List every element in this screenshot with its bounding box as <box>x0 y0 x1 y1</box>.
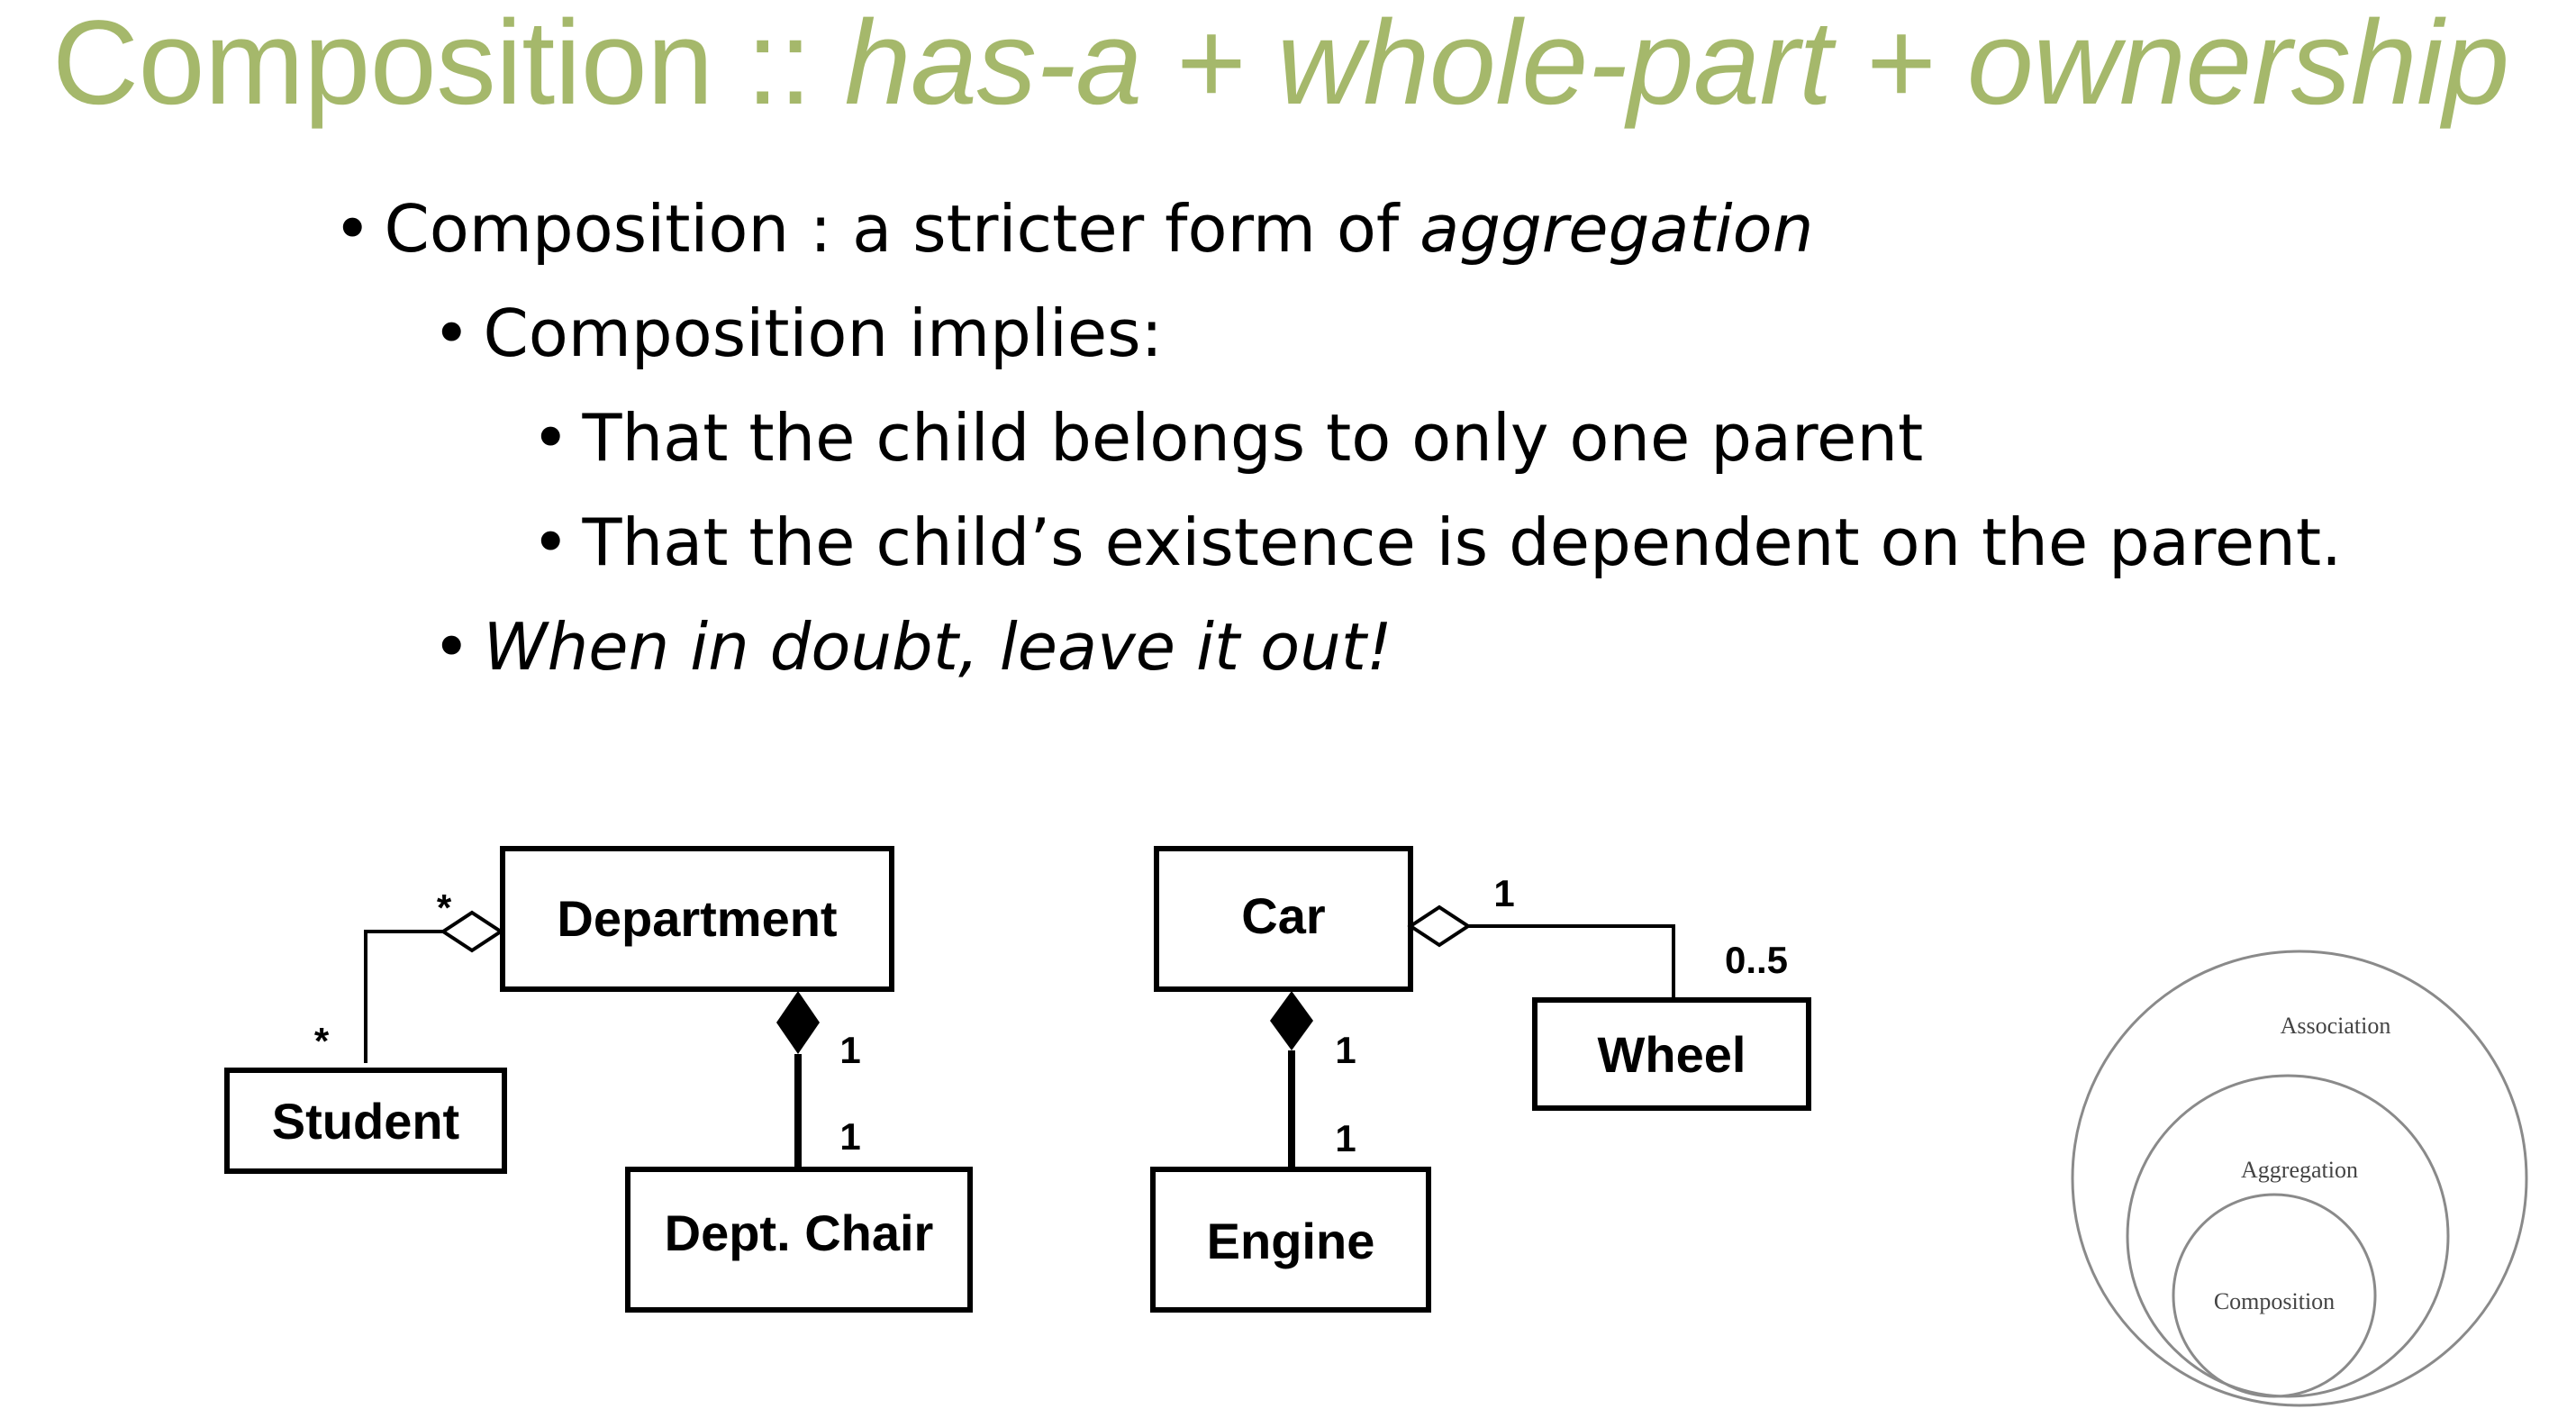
engine-label: Engine <box>1207 1213 1375 1269</box>
venn-association-label: Association <box>2281 1013 2391 1039</box>
multiplicity-department-agg: * <box>437 886 452 929</box>
department-label: Department <box>557 890 837 947</box>
wheel-label: Wheel <box>1598 1026 1746 1083</box>
multiplicity-wheel: 0..5 <box>1725 939 1788 981</box>
aggregation-line-wheel <box>1468 924 1675 1000</box>
multiplicity-student: * <box>314 1020 330 1062</box>
aggregation-diamond-department <box>440 910 504 953</box>
aggregation-diamond-car <box>1407 904 1472 948</box>
multiplicity-department-comp: 1 <box>839 1029 860 1071</box>
uml-diagrams: Department Student * * Dept. Chair 1 1 C… <box>224 846 2528 1407</box>
composition-diamond-car <box>1270 991 1313 1050</box>
multiplicity-chair: 1 <box>839 1115 860 1158</box>
dept-chair-label: Dept. Chair <box>665 1204 934 1261</box>
student-label: Student <box>272 1093 459 1150</box>
multiplicity-car-agg: 1 <box>1493 872 1514 914</box>
venn-composition-label: Composition <box>2214 1288 2335 1314</box>
aggregation-line-student <box>364 930 443 1063</box>
composition-diamond-department <box>776 991 820 1054</box>
car-label: Car <box>1241 887 1325 944</box>
multiplicity-car-comp: 1 <box>1335 1029 1356 1071</box>
venn-aggregation-label: Aggregation <box>2241 1157 2358 1183</box>
venn-aggregation-circle <box>2126 1074 2450 1398</box>
multiplicity-engine: 1 <box>1335 1117 1356 1159</box>
